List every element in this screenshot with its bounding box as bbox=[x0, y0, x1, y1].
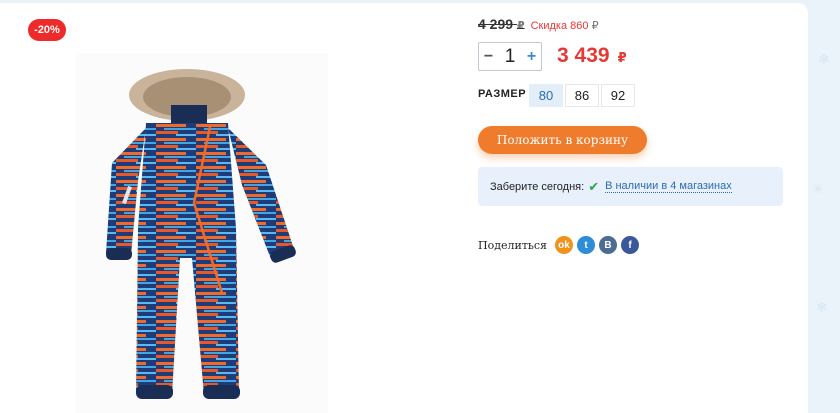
quantity-stepper: − 1 + bbox=[478, 42, 542, 71]
discount-badge: -20% bbox=[28, 19, 66, 41]
snowflake-icon: ✳ bbox=[812, 182, 824, 198]
current-price-currency: ₽ bbox=[617, 50, 627, 65]
stores-availability-link[interactable]: В наличии в 4 магазинах bbox=[605, 180, 732, 193]
vkontakte-icon[interactable]: B bbox=[599, 236, 617, 254]
snowflake-icon: ❄ bbox=[818, 52, 830, 68]
size-option-86[interactable]: 86 bbox=[565, 84, 599, 107]
size-selector: 80 86 92 bbox=[529, 84, 635, 107]
add-to-cart-button[interactable]: Положить в корзину bbox=[478, 126, 647, 154]
price-row: 4 299 ₽ Скидка 860 ₽ bbox=[478, 16, 599, 32]
current-price: 3 439 ₽ bbox=[557, 44, 627, 68]
old-price-value: 4 299 bbox=[478, 16, 514, 32]
discount-currency: ₽ bbox=[591, 20, 599, 32]
discount-value: Скидка 860 bbox=[530, 20, 589, 32]
odnoklassniki-icon[interactable]: ok bbox=[555, 236, 573, 254]
old-price-currency: ₽ bbox=[516, 20, 525, 32]
quantity-decrease-button[interactable]: − bbox=[479, 48, 498, 66]
facebook-icon[interactable]: f bbox=[621, 236, 639, 254]
quantity-input[interactable]: 1 bbox=[498, 46, 522, 68]
checkmark-icon: ✔ bbox=[588, 178, 600, 194]
twitter-icon[interactable]: t bbox=[577, 236, 595, 254]
share-label: Поделиться bbox=[478, 238, 547, 252]
size-option-80[interactable]: 80 bbox=[529, 84, 563, 107]
current-price-value: 3 439 bbox=[557, 44, 610, 67]
pickup-info: Заберите сегодня: ✔ В наличии в 4 магази… bbox=[478, 167, 783, 206]
product-card: -20% bbox=[0, 3, 808, 413]
overall-illustration bbox=[106, 69, 296, 399]
product-image[interactable] bbox=[76, 53, 328, 413]
old-price: 4 299 ₽ bbox=[478, 16, 525, 32]
snowflake-icon: ❄ bbox=[816, 300, 828, 316]
pickup-label: Заберите сегодня: bbox=[490, 180, 585, 193]
discount-text: Скидка 860 ₽ bbox=[531, 19, 599, 32]
size-option-92[interactable]: 92 bbox=[601, 84, 635, 107]
size-label: РАЗМЕР bbox=[478, 88, 527, 100]
quantity-increase-button[interactable]: + bbox=[522, 48, 541, 66]
share-block: Поделиться ok t B f bbox=[478, 236, 643, 254]
